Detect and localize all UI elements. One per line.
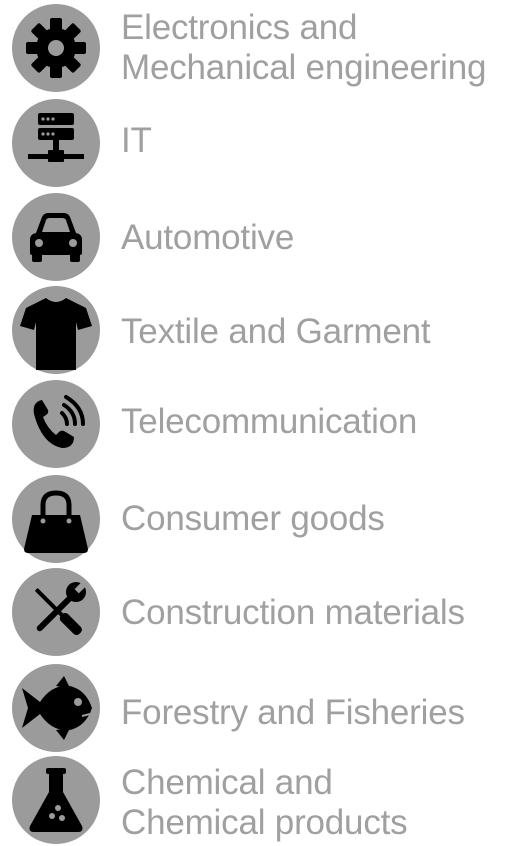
server-network-icon xyxy=(12,99,100,187)
car-icon xyxy=(12,193,100,281)
sector-label: Consumer goods xyxy=(121,499,385,539)
sector-label-line: Textile and Garment xyxy=(121,312,431,351)
t-shirt-icon xyxy=(12,286,100,374)
sector-label-line: Consumer goods xyxy=(121,499,385,538)
sector-label-line: Forestry and Fisheries xyxy=(121,693,465,732)
sector-label: IT xyxy=(121,121,152,161)
flask-icon xyxy=(12,756,100,844)
sector-label-line: Chemical products xyxy=(121,803,408,842)
sector-label: Automotive xyxy=(121,218,294,258)
gear-icon xyxy=(12,4,100,92)
fish-icon xyxy=(12,664,100,752)
screwdriver-wrench-icon xyxy=(12,568,100,656)
sector-label-line: Chemical and xyxy=(121,763,333,802)
sector-label: Telecommunication xyxy=(121,402,417,442)
phone-signal-icon xyxy=(12,380,100,468)
sector-label: Construction materials xyxy=(121,593,465,633)
shopping-bag-icon xyxy=(12,475,100,563)
sector-label: Textile and Garment xyxy=(121,312,431,352)
sector-label: Chemical and Chemical products xyxy=(121,763,408,843)
sector-label-line: Automotive xyxy=(121,218,295,257)
sector-label-line: Construction materials xyxy=(121,593,465,632)
sector-label-line: IT xyxy=(121,121,152,160)
sector-label-line: Telecommunication xyxy=(121,402,418,441)
sector-label: Electronics and Mechanical engineering xyxy=(121,8,486,88)
sector-label: Forestry and Fisheries xyxy=(121,693,465,733)
sector-label-line: Mechanical engineering xyxy=(121,48,487,87)
sector-label-line: Electronics and xyxy=(121,8,358,47)
